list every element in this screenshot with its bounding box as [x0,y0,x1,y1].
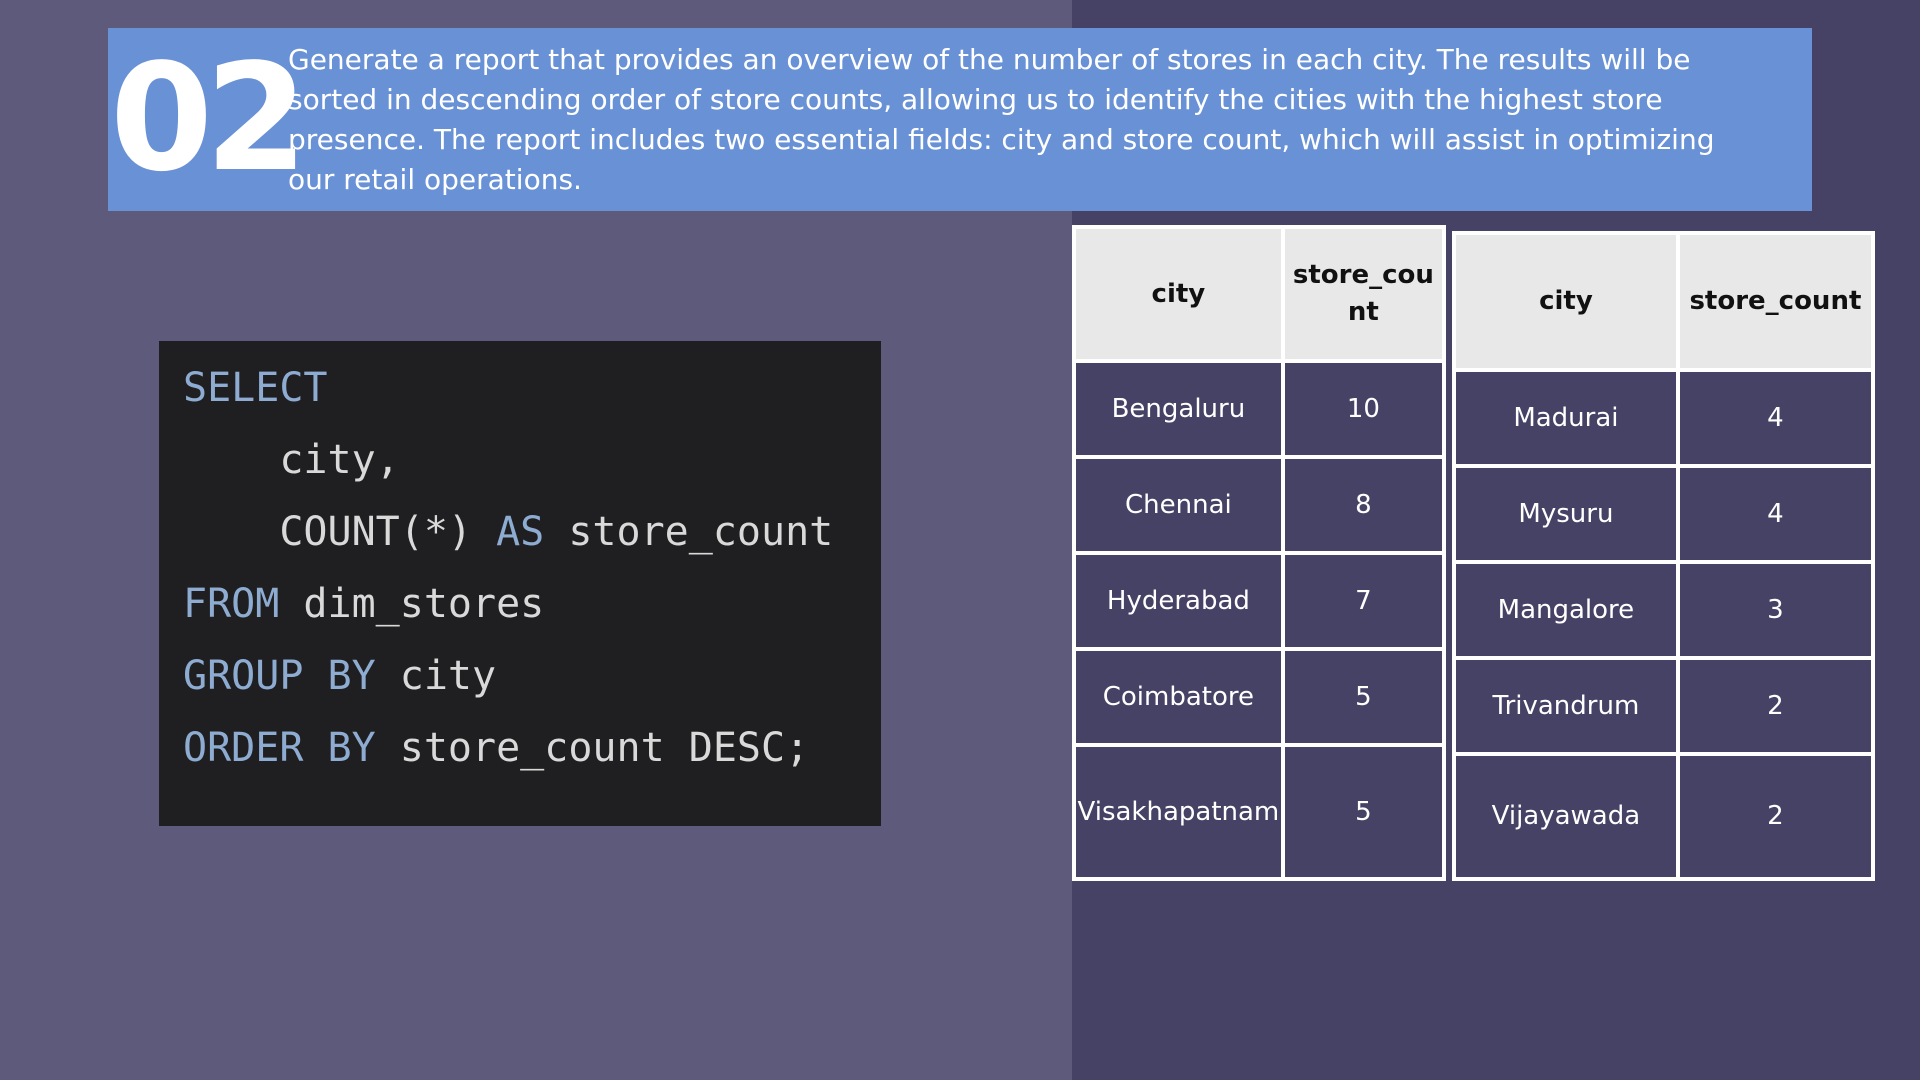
results-table-left: city store_count Bengaluru 10 Chennai 8 … [1072,225,1447,881]
code-line-order-by: ORDER BY store_count DESC; [159,712,881,784]
code-line-city: city, [159,424,881,496]
table-row: Coimbatore 5 [1072,647,1447,747]
city-cell: Coimbatore [1072,647,1285,747]
city-cell: Chennai [1072,455,1285,555]
store-count-cell: 8 [1280,455,1447,555]
code-text: city [375,653,497,699]
store-count-cell: 2 [1675,752,1876,881]
code-keyword: AS [496,509,545,555]
code-text: store_count DESC; [375,725,810,771]
city-cell: Madurai [1452,368,1680,468]
city-cell: Mysuru [1452,464,1680,564]
sql-code-block: SELECT city, COUNT(*) AS store_count FRO… [159,341,881,826]
city-cell: Vijayawada [1452,752,1680,881]
table-row: Chennai 8 [1072,455,1447,555]
store-count-cell: 2 [1675,656,1876,756]
store-count-cell: 3 [1675,560,1876,660]
table-row: Hyderabad 7 [1072,551,1447,651]
table-header-row: city store_count [1452,231,1876,372]
store-count-cell: 5 [1280,647,1447,747]
task-description: Generate a report that provides an overv… [288,43,1715,196]
code-keyword: GROUP [183,653,304,699]
code-line-count: COUNT(*) AS store_count [159,496,881,568]
table-row: Trivandrum 2 [1452,656,1876,756]
table-row: Visakhapatnam 5 [1072,743,1447,881]
city-cell: Visakhapatnam [1072,743,1285,881]
table-row: Madurai 4 [1452,368,1876,468]
store-count-cell: 4 [1675,368,1876,468]
code-keyword: BY [327,653,376,699]
city-cell: Hyderabad [1072,551,1285,651]
task-number: 02 [110,32,308,204]
code-keyword: SELECT [183,365,328,411]
code-line-from: FROM dim_stores [159,568,881,640]
table-row: Bengaluru 10 [1072,359,1447,459]
store-count-cell: 4 [1675,464,1876,564]
store-count-cell: 5 [1280,743,1447,881]
code-keyword: BY [327,725,376,771]
code-text: store_count [544,509,834,555]
code-text: city, [183,437,400,483]
column-header-city: city [1072,225,1285,363]
city-cell: Trivandrum [1452,656,1680,756]
code-line-group-by: GROUP BY city [159,640,881,712]
city-cell: Mangalore [1452,560,1680,660]
code-line-select: SELECT [159,352,881,424]
code-keyword: FROM [183,581,280,627]
table-row: Mangalore 3 [1452,560,1876,660]
table-row: Mysuru 4 [1452,464,1876,564]
code-keyword: ORDER [183,725,304,771]
column-header-city: city [1452,231,1680,372]
results-table-right: city store_count Madurai 4 Mysuru 4 Mang… [1452,231,1876,881]
store-count-cell: 10 [1280,359,1447,459]
table-header-row: city store_count [1072,225,1447,363]
store-count-cell: 7 [1280,551,1447,651]
city-cell: Bengaluru [1072,359,1285,459]
code-text: COUNT(*) [183,509,497,555]
table-row: Vijayawada 2 [1452,752,1876,881]
code-text: dim_stores [279,581,545,627]
column-header-store-count: store_count [1280,225,1447,363]
column-header-store-count: store_count [1675,231,1876,372]
